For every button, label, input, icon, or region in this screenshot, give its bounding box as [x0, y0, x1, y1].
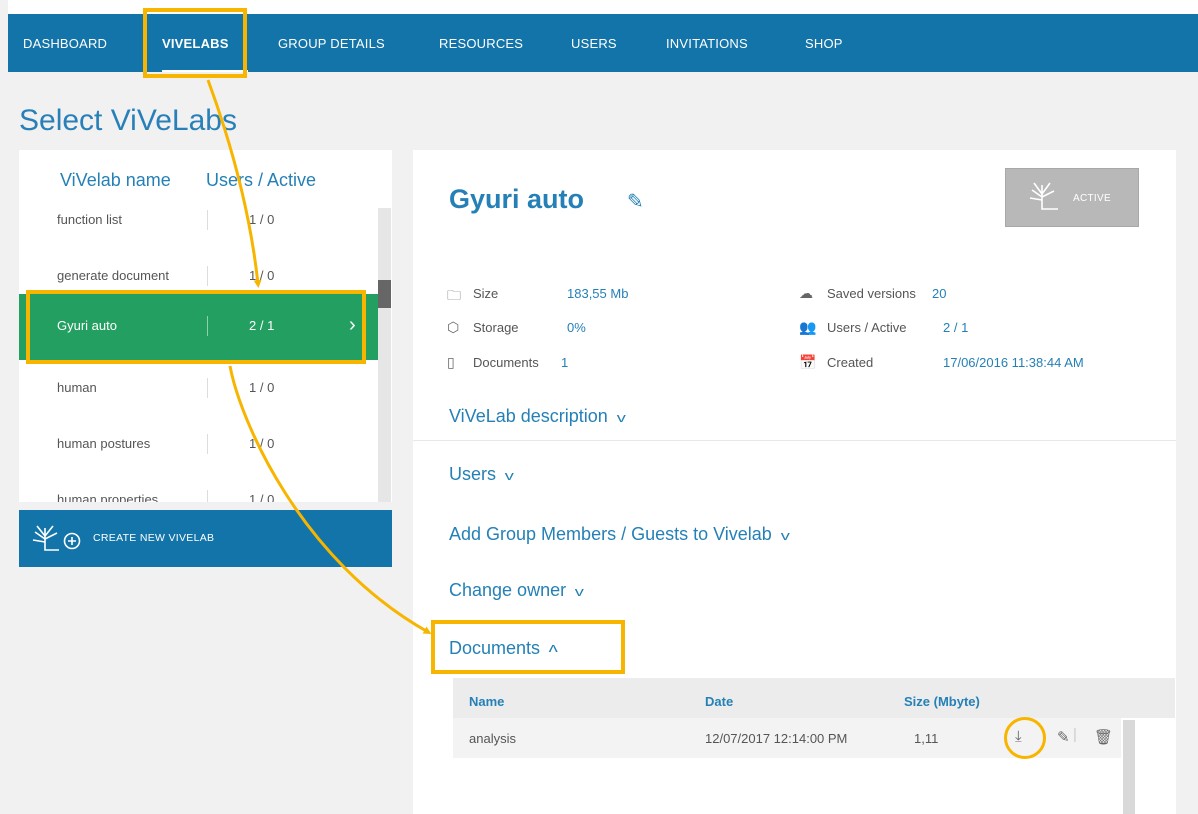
- edit-icon[interactable]: ✎: [1057, 728, 1070, 746]
- chevron-down-icon: v: [616, 410, 626, 425]
- storage-value: 0%: [567, 320, 586, 335]
- section-users[interactable]: Users v: [449, 464, 514, 485]
- divider: [413, 440, 1176, 441]
- saved-versions-value: 20: [932, 286, 947, 301]
- list-item-users: 1 / 0: [249, 380, 275, 395]
- divider: [207, 490, 208, 502]
- document-name: analysis: [469, 731, 516, 746]
- chevron-down-icon: v: [504, 468, 514, 483]
- nav-dashboard[interactable]: DASHBOARD: [23, 36, 107, 51]
- users-active-value: 2 / 1: [943, 320, 969, 335]
- table-scrollbar[interactable]: [1123, 720, 1135, 814]
- section-change-owner[interactable]: Change owner v: [449, 580, 584, 601]
- list-item-users: 1 / 0: [249, 268, 275, 283]
- documents-label: Documents: [473, 355, 539, 370]
- section-add-group-members[interactable]: Add Group Members / Guests to Vivelab v: [449, 524, 790, 545]
- section-label: Change owner: [449, 580, 567, 600]
- document-date: 12/07/2017 12:14:00 PM: [705, 731, 848, 746]
- nav-invitations[interactable]: INVITATIONS: [666, 36, 748, 51]
- calendar-icon: 📅: [799, 354, 817, 370]
- trash-icon[interactable]: 🗑: [1094, 728, 1113, 746]
- size-label: Size: [473, 286, 499, 301]
- section-label: Add Group Members / Guests to Vivelab: [449, 524, 772, 544]
- highlight-box-nav: [143, 8, 247, 78]
- scroll-thumb[interactable]: [378, 280, 391, 308]
- create-new-vivelab-button[interactable]: CREATE NEW VIVELAB: [19, 510, 392, 567]
- saved-versions-label: Saved versions: [827, 286, 916, 301]
- list-item[interactable]: human properties 1 / 0: [19, 468, 379, 502]
- list-item-name: function list: [57, 212, 123, 227]
- divider: [207, 378, 208, 398]
- chevron-down-icon: v: [574, 584, 584, 599]
- documents-value: 1: [561, 355, 569, 370]
- list-item-name: human properties: [57, 492, 159, 502]
- users-active-label: Users / Active: [827, 320, 907, 335]
- created-value: 17/06/2016 11:38:44 AM: [943, 355, 1084, 370]
- size-value: 183,55 Mb: [567, 286, 629, 301]
- vivelab-title: Gyuri auto: [449, 184, 585, 214]
- users-icon: 👥: [799, 319, 817, 335]
- highlight-box-selected-row: [26, 290, 366, 364]
- list-item-users: 1 / 0: [249, 436, 275, 451]
- section-label: Users: [449, 464, 497, 484]
- documents-table: Name Date Size (Mbyte) analysis 12/07/20…: [453, 678, 1175, 814]
- section-vivelab-description[interactable]: ViVeLab description v: [449, 406, 626, 427]
- column-size: Size (Mbyte): [904, 694, 980, 709]
- list-item-users: 1 / 0: [249, 492, 275, 502]
- created-label: Created: [827, 355, 874, 370]
- document-icon: ▯: [447, 354, 455, 370]
- vivelab-logo-icon: [32, 525, 81, 551]
- column-date: Date: [705, 694, 734, 709]
- highlight-circle-download: [1004, 717, 1046, 759]
- divider: [207, 266, 208, 286]
- list-header-users: Users / Active: [206, 170, 317, 190]
- column-name: Name: [469, 694, 505, 709]
- table-header: Name Date Size (Mbyte): [453, 678, 1175, 718]
- divider: [207, 210, 208, 230]
- nav-group-details[interactable]: GROUP DETAILS: [278, 36, 385, 51]
- pencil-icon[interactable]: ✎: [627, 189, 644, 214]
- page-title: Select ViVeLabs: [19, 104, 237, 137]
- storage-label: Storage: [473, 320, 519, 335]
- list-item-users: 1 / 0: [249, 212, 275, 227]
- vivelab-details: Gyuri auto ✎ ACTIVE 🗀 Size 183,55 Mb ⬡ S…: [413, 150, 1176, 814]
- cloud-icon: ☁: [799, 285, 813, 301]
- status-badge[interactable]: ACTIVE: [1005, 168, 1139, 227]
- list-item-name: generate document: [57, 268, 170, 283]
- status-label: ACTIVE: [1073, 193, 1111, 204]
- nav-shop[interactable]: SHOP: [805, 36, 843, 51]
- list-header-name: ViVelab name: [60, 170, 171, 190]
- list-scrollbar[interactable]: [378, 208, 391, 502]
- list-item-name: human postures: [57, 436, 151, 451]
- nav-resources[interactable]: RESOURCES: [439, 36, 523, 51]
- divider: |: [1073, 726, 1077, 743]
- folder-icon: 🗀: [447, 287, 461, 303]
- section-label: ViVeLab description: [449, 406, 608, 426]
- document-size: 1,11: [914, 731, 939, 746]
- divider: [207, 434, 208, 454]
- highlight-box-documents: [431, 620, 625, 674]
- vivelab-logo-icon: [1029, 182, 1058, 210]
- create-new-vivelab-label: CREATE NEW VIVELAB: [93, 532, 215, 544]
- nav-users[interactable]: USERS: [571, 36, 617, 51]
- chevron-down-icon: v: [780, 528, 790, 543]
- cube-icon: ⬡: [447, 319, 460, 335]
- list-item-name: human: [57, 380, 97, 395]
